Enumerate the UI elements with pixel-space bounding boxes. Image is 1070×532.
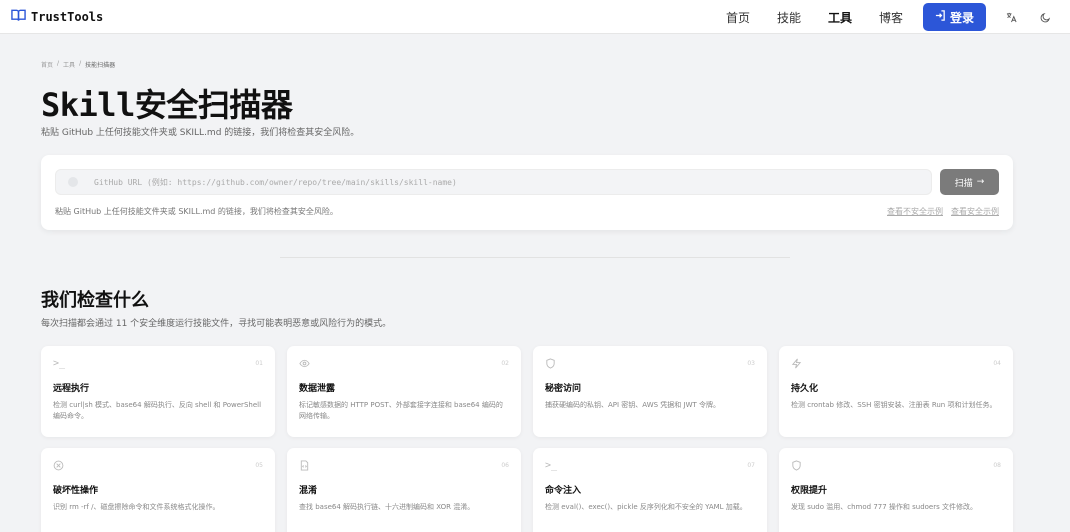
- card-description: 捕获硬编码的私钥、API 密钥、AWS 凭据和 JWT 令牌。: [545, 401, 721, 409]
- checks-title: 我们检查什么: [41, 290, 149, 311]
- card-title: 破坏性操作: [53, 486, 99, 496]
- card-description: 发现 sudo 滥用、chmod 777 操作和 sudoers 文件修改。: [791, 503, 977, 511]
- card-title: 命令注入: [545, 486, 582, 496]
- nav-link-home[interactable]: 首页: [726, 9, 750, 26]
- card-title: 秘密访问: [545, 384, 582, 394]
- check-card-remote-exec: >_ 01 远程执行 检测 curl|sh 模式、base64 解码执行、反向 …: [41, 346, 275, 437]
- card-title: 数据泄露: [299, 384, 336, 394]
- breadcrumb-separator: /: [57, 60, 60, 67]
- card-title: 持久化: [791, 384, 819, 394]
- check-card-persistence: 04 持久化 检测 crontab 修改、SSH 密钥安装、注册表 Run 项和…: [779, 346, 1013, 437]
- card-description: 检测 crontab 修改、SSH 密钥安装、注册表 Run 项和计划任务。: [791, 401, 997, 409]
- checks-subtitle: 每次扫描都会通过 11 个安全维度运行技能文件，寻找可能表明恶意或风险行为的模式…: [41, 319, 392, 329]
- check-card-command-injection: >_ 07 命令注入 检测 eval()、exec()、pickle 反序列化和…: [533, 448, 767, 532]
- breadcrumb-home[interactable]: 首页: [41, 60, 53, 69]
- example-links: 查看不安全示例 查看安全示例: [887, 206, 999, 217]
- translate-icon[interactable]: [1002, 8, 1020, 26]
- nav-link-skills[interactable]: 技能: [777, 9, 801, 26]
- check-card-data-leak: 02 数据泄露 标记敏感数据的 HTTP POST、外部套接字连接和 base6…: [287, 346, 521, 437]
- breadcrumb: 首页 / 工具 / 技能扫描器: [41, 60, 115, 69]
- unsafe-example-link[interactable]: 查看不安全示例: [887, 206, 943, 217]
- check-card-obfuscation: 06 混淆 查找 base64 解码执行链、十六进制编码和 XOR 混淆。: [287, 448, 521, 532]
- scan-label: 扫描: [954, 178, 973, 189]
- arrow-right-icon: →: [976, 177, 985, 187]
- card-description: 标记敏感数据的 HTTP POST、外部套接字连接和 base64 编码的网络传…: [299, 401, 503, 420]
- nav-links: 首页 技能 工具 博客 登录: [726, 0, 1070, 34]
- bolt-icon: [791, 358, 803, 370]
- page-title: Skill安全扫描器: [41, 86, 293, 124]
- card-number: 01: [255, 360, 263, 367]
- login-button[interactable]: 登录: [923, 3, 986, 31]
- breadcrumb-separator: /: [79, 60, 82, 67]
- terminal-icon: >_: [53, 358, 66, 369]
- card-title: 混淆: [299, 486, 318, 496]
- book-icon: [11, 8, 26, 25]
- scanner-hint: 粘贴 GitHub 上任何技能文件夹或 SKILL.md 的链接，我们将检查其安…: [55, 207, 338, 216]
- card-title: 权限提升: [791, 486, 828, 496]
- card-number: 04: [993, 360, 1001, 367]
- breadcrumb-tools[interactable]: 工具: [63, 60, 75, 69]
- scanner-panel: 扫描 → 粘贴 GitHub 上任何技能文件夹或 SKILL.md 的链接，我们…: [41, 155, 1013, 230]
- page-subtitle: 粘贴 GitHub 上任何技能文件夹或 SKILL.md 的链接，我们将检查其安…: [41, 128, 360, 138]
- card-title: 远程执行: [53, 384, 90, 394]
- card-number: 07: [747, 462, 755, 469]
- card-description: 检测 curl|sh 模式、base64 解码执行、反向 shell 和 Pow…: [53, 401, 262, 420]
- check-card-secret-access: 03 秘密访问 捕获硬编码的私钥、API 密钥、AWS 凭据和 JWT 令牌。: [533, 346, 767, 437]
- login-label: 登录: [949, 10, 974, 25]
- card-description: 识别 rm -rf /、磁盘擦除命令和文件系统格式化操作。: [53, 503, 220, 511]
- x-circle-icon: [53, 460, 65, 472]
- url-input-wrapper[interactable]: [55, 169, 932, 195]
- check-card-privilege-escalation: 08 权限提升 发现 sudo 滥用、chmod 777 操作和 sudoers…: [779, 448, 1013, 532]
- safe-example-link[interactable]: 查看安全示例: [951, 206, 999, 217]
- brand-logo[interactable]: TrustTools: [11, 8, 103, 25]
- shield-icon: [791, 460, 803, 472]
- shield-icon: [545, 358, 557, 370]
- card-number: 03: [747, 360, 755, 367]
- terminal-icon: >_: [545, 460, 558, 471]
- breadcrumb-current: 技能扫描器: [85, 62, 116, 69]
- nav-link-tools[interactable]: 工具: [828, 9, 852, 26]
- top-navbar: TrustTools 首页 技能 工具 博客 登录: [0, 0, 1070, 34]
- card-description: 检测 eval()、exec()、pickle 反序列化和不安全的 YAML 加…: [545, 503, 747, 511]
- check-card-destructive: 05 破坏性操作 识别 rm -rf /、磁盘擦除命令和文件系统格式化操作。: [41, 448, 275, 532]
- github-url-input[interactable]: [94, 177, 894, 187]
- link-icon: [68, 177, 78, 187]
- file-code-icon: [299, 460, 311, 472]
- checks-grid: >_ 01 远程执行 检测 curl|sh 模式、base64 解码执行、反向 …: [41, 346, 1013, 532]
- card-number: 06: [501, 462, 509, 469]
- card-description: 查找 base64 解码执行链、十六进制编码和 XOR 混淆。: [299, 503, 475, 511]
- section-divider: [280, 257, 790, 258]
- card-number: 08: [993, 462, 1001, 469]
- card-number: 05: [255, 462, 263, 469]
- card-number: 02: [501, 360, 509, 367]
- brand-name: TrustTools: [31, 9, 104, 24]
- login-arrow-icon: [935, 10, 946, 24]
- nav-link-blog[interactable]: 博客: [879, 9, 903, 26]
- moon-icon[interactable]: [1036, 8, 1054, 26]
- eye-icon: [299, 358, 311, 370]
- scan-button[interactable]: 扫描 →: [940, 169, 999, 195]
